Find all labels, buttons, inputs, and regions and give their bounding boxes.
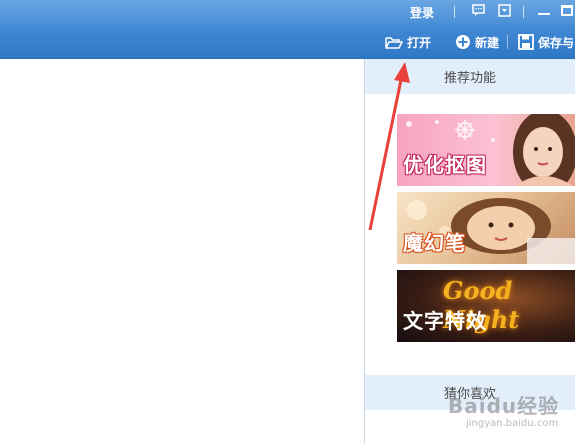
watermark-url: jingyan.baidu.com	[466, 418, 559, 429]
open-button[interactable]: 打开	[385, 33, 431, 51]
feature-card-optimize-cutout[interactable]: 优化抠图	[397, 114, 575, 186]
speech-bubble-icon[interactable]	[472, 4, 485, 17]
feature-card-text-effects[interactable]: Good Night 文字特效	[397, 270, 575, 342]
plus-circle-icon	[456, 35, 470, 49]
title-bar: 登录 打开 新建 保存与	[0, 0, 575, 59]
recommended-header: 推荐功能	[365, 59, 575, 94]
feature-label: 魔幻笔	[403, 231, 466, 255]
separator	[523, 6, 524, 18]
minimize-icon[interactable]	[538, 13, 550, 15]
open-label: 打开	[407, 35, 432, 50]
dropdown-menu-icon[interactable]	[498, 4, 511, 17]
feature-label: 文字特效	[403, 309, 487, 333]
new-label: 新建	[475, 35, 500, 50]
floppy-disk-icon	[518, 34, 534, 50]
maximize-icon[interactable]	[561, 5, 573, 16]
side-panel: 推荐功能 优化抠图 魔幻笔 Good Night 文字特效 猜你喜欢	[365, 59, 575, 443]
save-button[interactable]: 保存与	[518, 33, 574, 51]
save-label: 保存与	[538, 35, 575, 50]
separator	[507, 35, 508, 49]
canvas-area	[0, 59, 365, 443]
new-button[interactable]: 新建	[455, 33, 499, 51]
separator	[454, 6, 455, 18]
login-link[interactable]: 登录	[410, 4, 434, 21]
feature-card-magic-pen[interactable]: 魔幻笔	[397, 192, 575, 264]
watermark: Baidu经验	[448, 394, 560, 418]
folder-open-icon	[385, 36, 403, 49]
feature-label: 优化抠图	[403, 153, 487, 177]
recommended-title: 推荐功能	[443, 71, 496, 86]
